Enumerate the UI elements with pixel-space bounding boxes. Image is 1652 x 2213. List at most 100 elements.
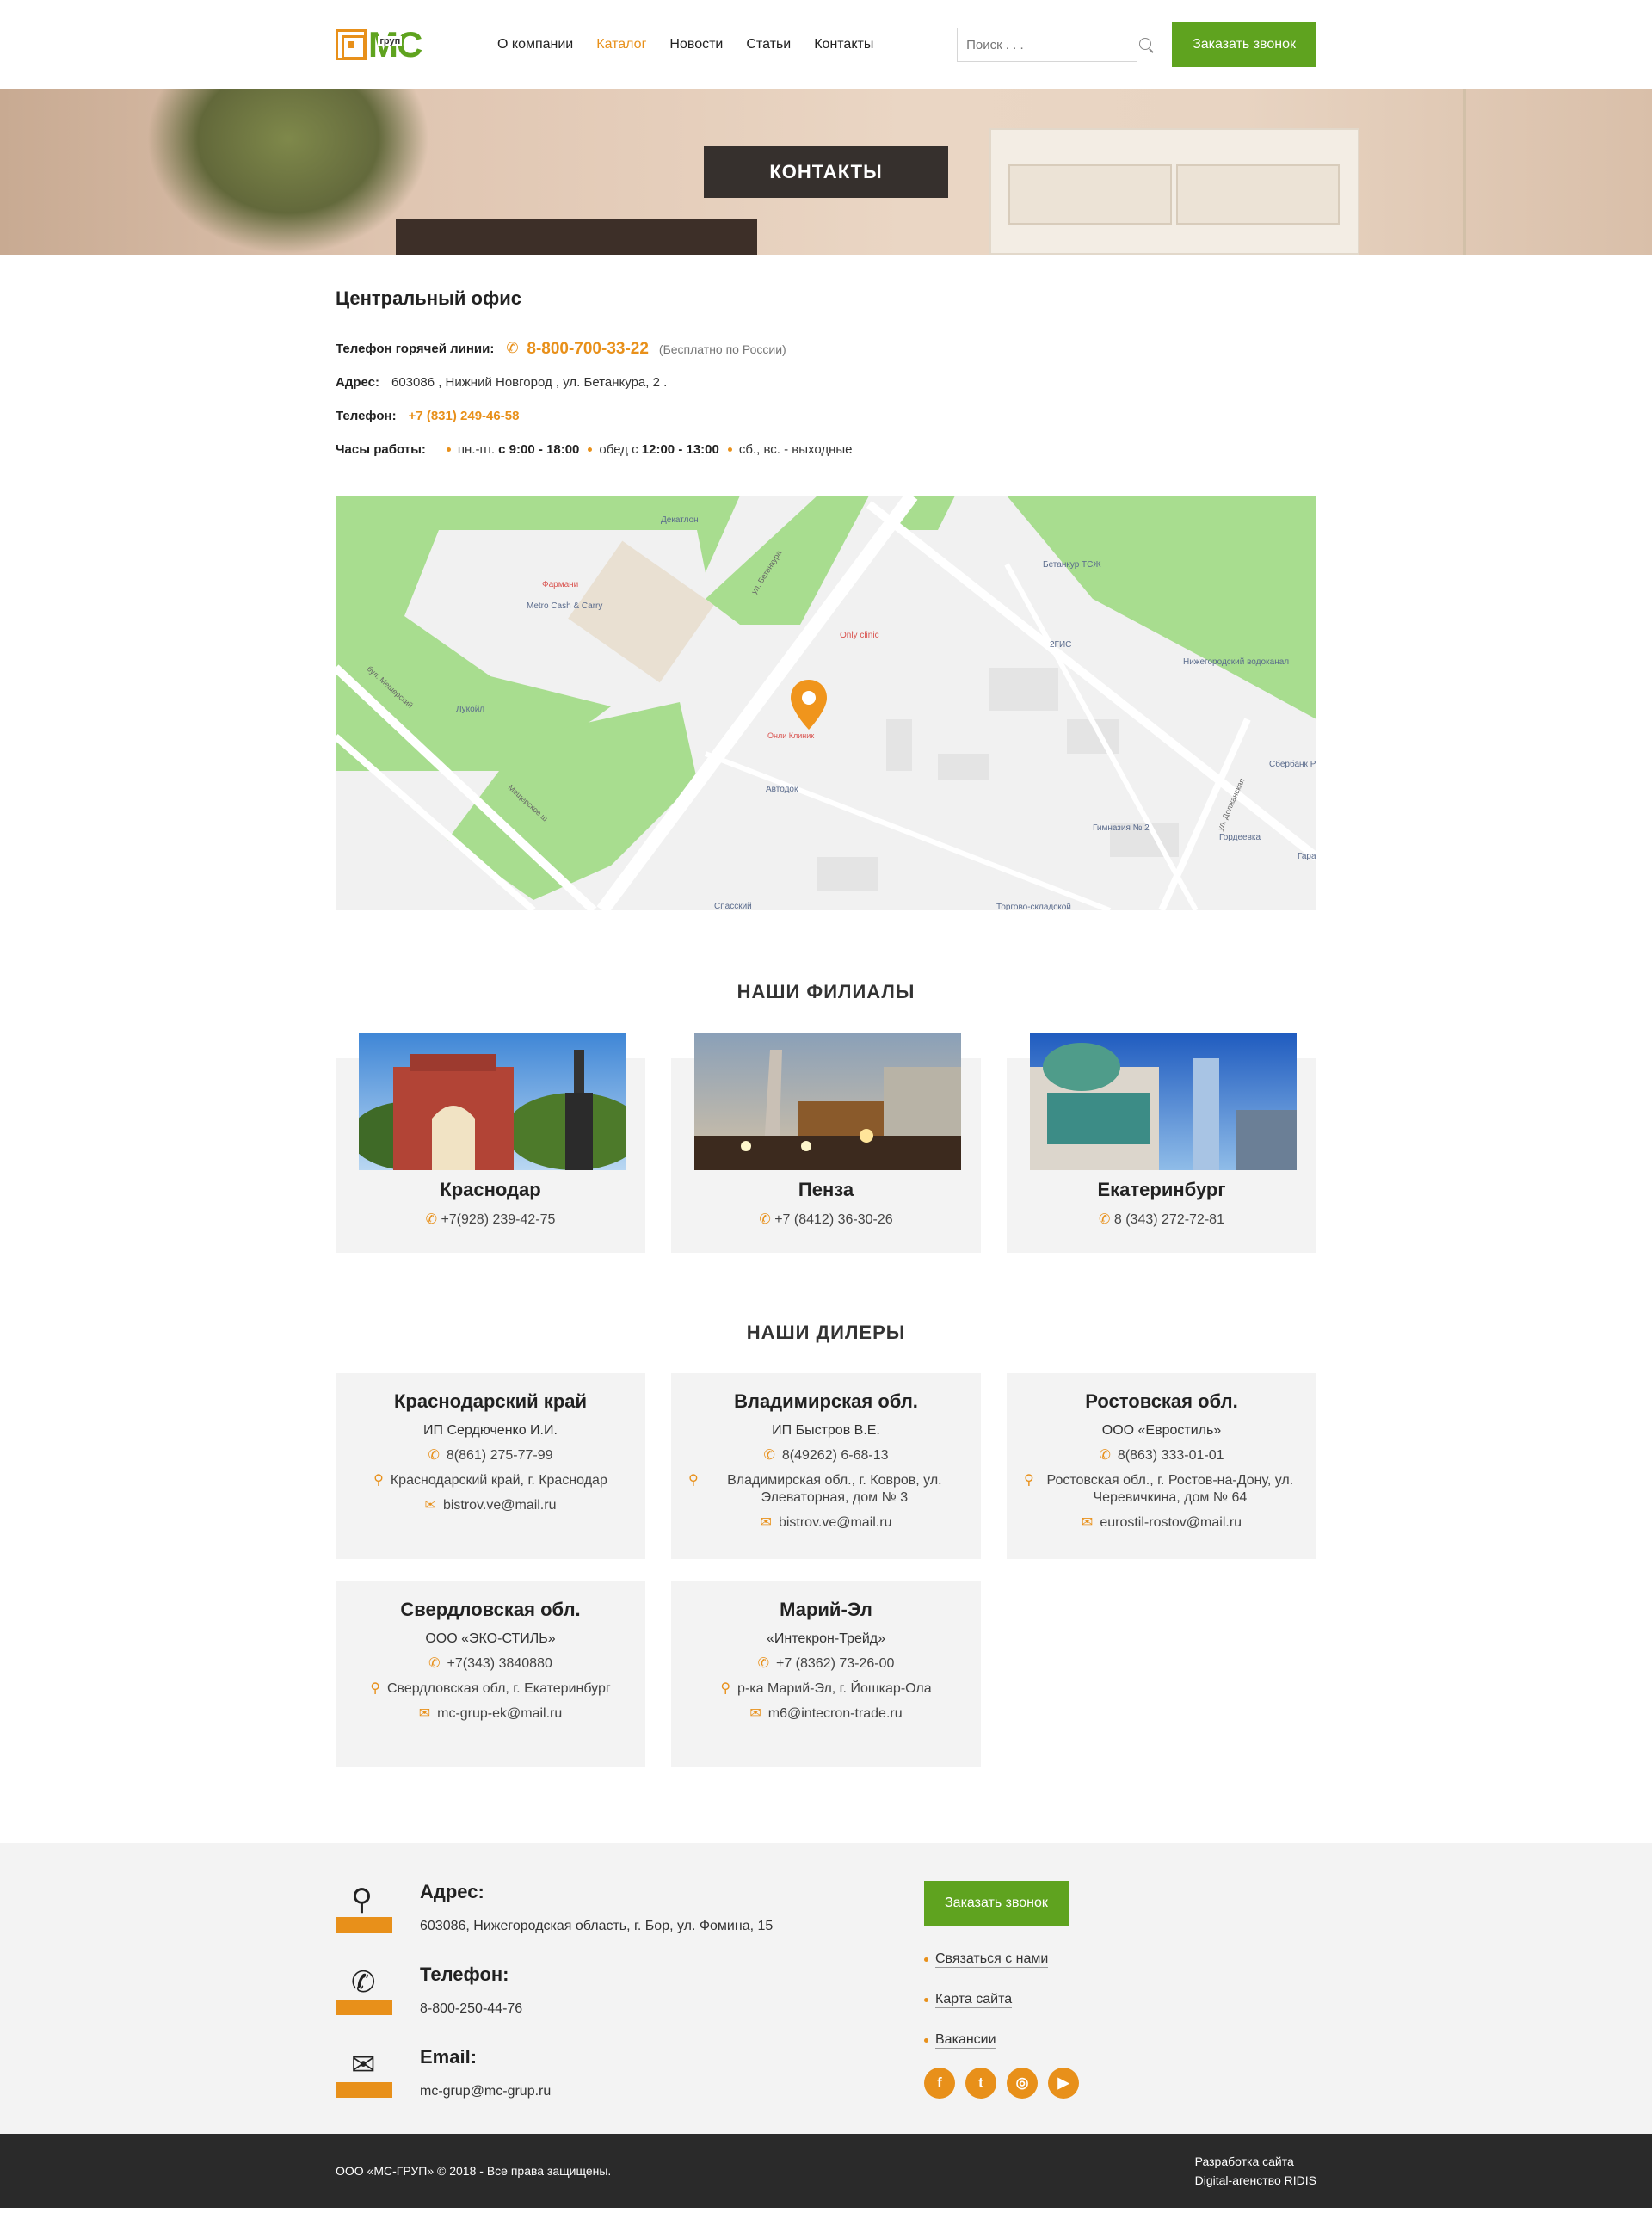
map-label: Онли Клиник (767, 731, 814, 740)
dealer-address-text: р-ка Марий-Эл, г. Йошкар-Ола (737, 1681, 932, 1696)
copyright: ООО «МС-ГРУП» © 2018 - Все права защищен… (336, 2164, 612, 2178)
search-input[interactable] (966, 37, 1138, 52)
office-map[interactable]: Декатлон Фармани Metro Cash & Carry Луко… (336, 496, 1316, 910)
footer-email-label: Email: (420, 2046, 478, 2068)
footer-phone-value[interactable]: 8-800-250-44-76 (420, 2001, 522, 2017)
address-value: 603086 , Нижний Новгород , ул. Бетанкура… (391, 375, 668, 390)
branch-phone[interactable]: ✆ +7 (8412) 36-30-26 (671, 1211, 981, 1229)
map-label: Лукойл (456, 705, 484, 714)
phone-icon: ✆ (757, 1656, 769, 1671)
branch-phone[interactable]: ✆ 8 (343) 272-72-81 (1007, 1211, 1316, 1229)
map-label: Metro Cash & Carry (527, 601, 602, 611)
youtube-icon[interactable]: ▶ (1048, 2068, 1079, 2099)
phone-label: Телефон: (336, 409, 397, 423)
dealer-phone[interactable]: ✆ 8(863) 333-01-01 (1007, 1447, 1316, 1464)
branches-title: НАШИ ФИЛИАЛЫ (737, 981, 915, 1002)
address-label: Адрес: (336, 375, 379, 390)
map-pin-icon[interactable] (788, 678, 829, 731)
dealer-phone[interactable]: ✆ +7(343) 3840880 (336, 1655, 645, 1673)
nav-item-contacts[interactable]: Контакты (814, 37, 873, 52)
dealer-phone-number: +7(343) 3840880 (447, 1656, 552, 1671)
dealer-address: ⚲ р-ка Марий-Эл, г. Йошкар-Ола (671, 1680, 981, 1698)
dealer-phone[interactable]: ✆ 8(861) 275-77-99 (336, 1447, 645, 1464)
phone-icon: ✆ (759, 1212, 771, 1227)
facebook-icon[interactable]: f (924, 2068, 955, 2099)
branch-photo-penza (694, 1033, 961, 1170)
phone-value[interactable]: +7 (831) 249-46-58 (409, 409, 520, 423)
phone-icon: ✆ (425, 1212, 437, 1227)
hero-dresser-image (989, 128, 1359, 255)
branch-phone-number: 8 (343) 272-72-81 (1113, 1212, 1224, 1227)
dealer-org: ИП Быстров В.Е. (772, 1423, 880, 1438)
dealer-phone-number: 8(49262) 6-68-13 (781, 1448, 889, 1463)
map-label: Фармани (542, 580, 578, 589)
branch-city: Краснодар (440, 1179, 541, 1200)
developer-credit[interactable]: Разработка сайта Digital-агенство RIDIS (1195, 2152, 1316, 2190)
dealer-email[interactable]: ✉ bistrov.ve@mail.ru (671, 1514, 981, 1532)
callback-button[interactable]: Заказать звонок (1172, 22, 1316, 67)
dealer-region: Владимирская обл. (734, 1390, 918, 1412)
dealer-phone[interactable]: ✆ +7 (8362) 73-26-00 (671, 1655, 981, 1673)
branch-phone[interactable]: ✆ +7(928) 239-42-75 (336, 1211, 645, 1229)
dealer-phone[interactable]: ✆ 8(49262) 6-68-13 (671, 1447, 981, 1464)
bullet (588, 447, 593, 452)
phone-icon (506, 340, 518, 357)
dealer-email[interactable]: ✉ eurostil-rostov@mail.ru (1007, 1514, 1316, 1532)
branch-photo-krasnodar (359, 1033, 626, 1170)
location-pin-icon: ⚲ (373, 1473, 384, 1488)
dealer-email-text: bistrov.ve@mail.ru (442, 1498, 557, 1513)
location-pin-icon: ⚲ (720, 1681, 731, 1696)
hero-sofa-image (396, 219, 757, 255)
instagram-icon[interactable]: ◎ (1007, 2068, 1038, 2099)
footer-link-text: Вакансии (935, 2032, 996, 2049)
site-logo[interactable]: МС груп (336, 27, 456, 63)
map-label: Гимназия № 2 (1093, 823, 1150, 833)
branch-city: Екатеринбург (1097, 1179, 1226, 1200)
dealer-email[interactable]: ✉ bistrov.ve@mail.ru (336, 1497, 645, 1514)
branch-card: Краснодар ✆ +7(928) 239-42-75 (336, 1033, 645, 1253)
hours-lunch-pre: обед с (599, 442, 638, 457)
map-label: 2ГИС (1050, 640, 1071, 650)
footer-link-contact[interactable]: Связаться с нами (924, 1939, 1079, 1980)
dealer-org: ООО «Евростиль» (1101, 1423, 1222, 1438)
site-header: МС груп О компании Каталог Новости Стать… (0, 0, 1652, 89)
dealer-address-text: Краснодарский край, г. Краснодар (390, 1473, 607, 1488)
dealer-address: ⚲ Ростовская обл., г. Ростов-на-Дону, ул.… (1007, 1472, 1316, 1507)
nav-item-articles[interactable]: Статьи (746, 37, 791, 52)
map-label: Декатлон (661, 515, 699, 525)
main-nav: О компании Каталог Новости Статьи Контак… (497, 37, 873, 52)
footer-link-sitemap[interactable]: Карта сайта (924, 1980, 1079, 2020)
footer-callback-button[interactable]: Заказать звонок (924, 1881, 1069, 1926)
bullet (727, 447, 732, 452)
dealer-email[interactable]: ✉ mc-grup-ek@mail.ru (336, 1705, 645, 1723)
footer-email-value[interactable]: mc-grup@mc-grup.ru (420, 2084, 551, 2099)
footer-link-text: Связаться с нами (935, 1951, 1049, 1968)
branch-card: Екатеринбург ✆ 8 (343) 272-72-81 (1007, 1033, 1316, 1253)
hotline-label: Телефон горячей линии: (336, 342, 495, 356)
nav-item-about[interactable]: О компании (497, 37, 573, 52)
hours-weekend: сб., вс. - выходные (738, 442, 853, 457)
dealer-region: Краснодарский край (393, 1390, 588, 1412)
twitter-icon[interactable]: t (965, 2068, 996, 2099)
footer-link-vacancies[interactable]: Вакансии (924, 2020, 1079, 2061)
phone-row: Телефон: +7 (831) 249-46-58 (336, 399, 1316, 433)
nav-item-catalog[interactable]: Каталог (596, 37, 646, 52)
nav-item-news[interactable]: Новости (669, 37, 723, 52)
phone-icon: ✆ (763, 1448, 775, 1463)
phone-icon: ✆ (428, 1448, 440, 1463)
dealer-email-text: mc-grup-ek@mail.ru (437, 1706, 563, 1721)
dealer-org: «Интекрон-Трейд» (766, 1631, 886, 1646)
location-pin-icon: ⚲ (370, 1681, 380, 1696)
envelope-icon: ✉ (424, 1498, 436, 1513)
footer-phone-label: Телефон: (420, 1963, 509, 1985)
hotline-number[interactable]: 8-800-700-33-22 (527, 340, 649, 359)
dealer-card: Свердловская обл. ООО «ЭКО-СТИЛЬ» ✆ +7(34… (336, 1581, 645, 1767)
location-pin-icon: ⚲ (688, 1473, 699, 1488)
dealer-address: ⚲ Краснодарский край, г. Краснодар (336, 1472, 645, 1489)
logo-mark (336, 29, 367, 60)
dealer-email[interactable]: ✉ m6@intecron-trade.ru (671, 1705, 981, 1723)
bullet (924, 2038, 928, 2043)
envelope-icon: ✉ (1081, 1515, 1094, 1530)
map-label: Сбербанк Р (1269, 759, 1316, 769)
dealer-phone-number: 8(863) 333-01-01 (1117, 1448, 1224, 1463)
